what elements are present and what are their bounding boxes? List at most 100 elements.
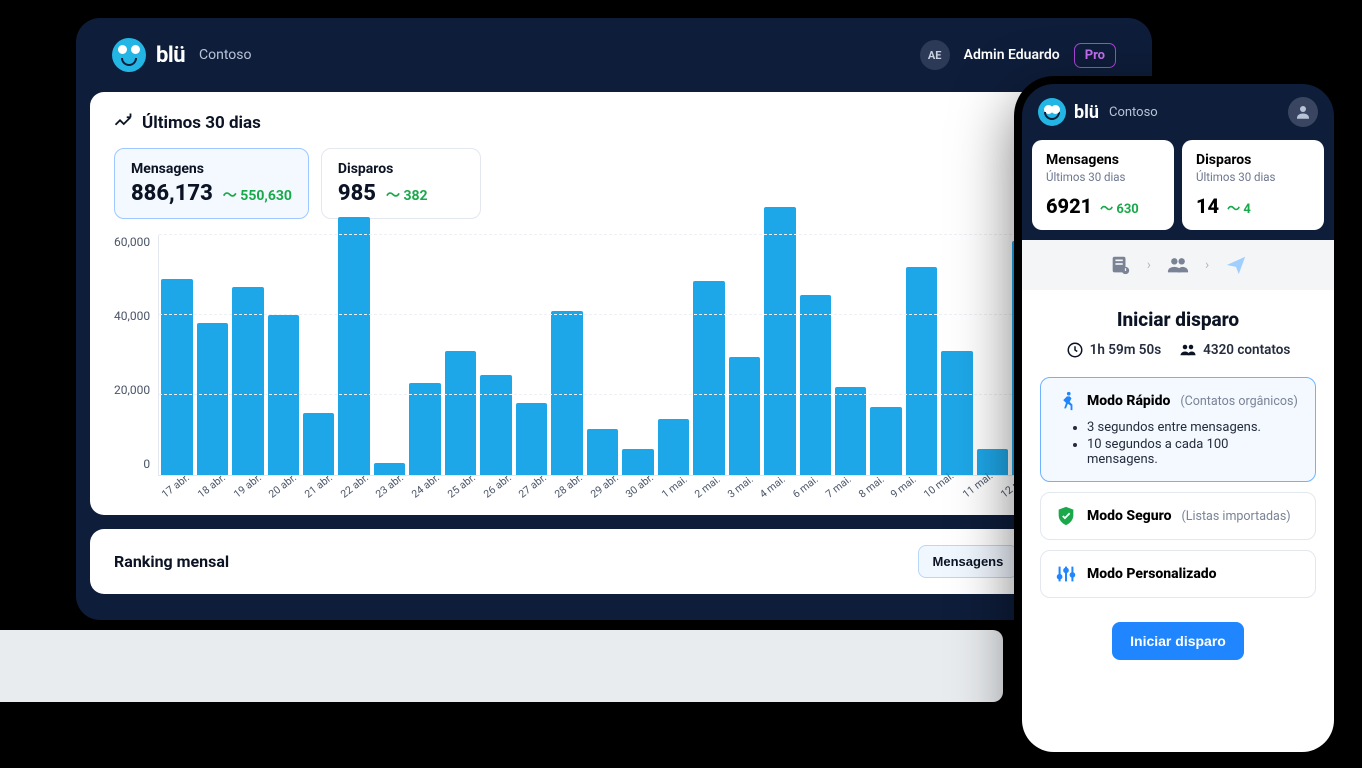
bar [161, 279, 192, 475]
option-modo-personalizado[interactable]: Modo Personalizado [1040, 550, 1316, 598]
step-template-icon[interactable] [1107, 254, 1133, 276]
stat-value: 985 [338, 181, 376, 206]
people-icon [1179, 341, 1197, 359]
x-tick: 8 mai. [856, 473, 887, 501]
option-modo-rapido[interactable]: Modo Rápido (Contatos orgânicos) 3 segun… [1040, 377, 1316, 482]
option-title: Modo Seguro [1087, 508, 1171, 524]
option-title: Modo Personalizado [1087, 566, 1217, 582]
mobile-stats: Mensagens Últimos 30 dias 6921 〜 630 Dis… [1022, 140, 1334, 240]
bar [835, 387, 866, 475]
stat-sublabel: Últimos 30 dias [1046, 170, 1160, 184]
stat-card-disparos[interactable]: Disparos 985 〜 382 [321, 148, 481, 219]
bar [870, 407, 901, 475]
bar [374, 463, 405, 475]
runner-icon [1055, 390, 1077, 412]
bar [906, 267, 937, 475]
bar [693, 281, 724, 475]
bar [941, 351, 972, 475]
bar [445, 351, 476, 475]
chart-y-axis: 60,00040,00020,0000 [114, 235, 158, 495]
sliders-icon [1055, 563, 1077, 585]
bar [729, 357, 760, 475]
stat-value: 14 [1196, 194, 1219, 218]
option-details: 3 segundos entre mensagens. 10 segundos … [1087, 420, 1301, 467]
chevron-right-icon: › [1205, 257, 1209, 273]
background-strip [0, 630, 1003, 702]
clock-icon [1066, 341, 1084, 359]
logo-icon [1038, 98, 1066, 126]
user-name: Admin Eduardo [964, 47, 1060, 63]
mobile-stat-mensagens[interactable]: Mensagens Últimos 30 dias 6921 〜 630 [1032, 140, 1174, 230]
ranking-card: Ranking mensal Mensagens Disparos [90, 529, 1138, 594]
stat-delta: 〜 382 [386, 185, 428, 205]
step-send-icon[interactable] [1223, 254, 1249, 276]
chevron-right-icon: › [1147, 257, 1151, 273]
mobile-device: blü Contoso Mensagens Últimos 30 dias 69… [1014, 76, 1342, 760]
stat-delta: 〜 4 [1227, 198, 1251, 217]
x-tick: 9 mai. [888, 473, 919, 501]
brand-name: blü [156, 43, 185, 68]
bar [764, 207, 795, 475]
bar [232, 287, 263, 475]
mobile-screen: blü Contoso Mensagens Últimos 30 dias 69… [1022, 84, 1334, 752]
bar [658, 419, 689, 475]
stat-label: Mensagens [131, 161, 292, 177]
shield-icon [1055, 505, 1077, 527]
option-hint: (Listas importadas) [1181, 509, 1290, 524]
step-contacts-icon[interactable] [1165, 254, 1191, 276]
bar [409, 383, 440, 475]
option-title: Modo Rápido [1087, 393, 1170, 409]
stat-label: Disparos [338, 161, 464, 177]
desktop-header: blü Contoso AE Admin Eduardo Pro [76, 18, 1152, 92]
x-tick: 1 mai. [659, 473, 690, 501]
avatar-initials[interactable]: AE [920, 40, 950, 70]
stat-delta: 〜 550,630 [223, 185, 292, 205]
brand: blü [112, 38, 185, 72]
trend-icon [114, 112, 132, 134]
org-name: Contoso [1109, 105, 1158, 120]
bar [480, 375, 511, 475]
overview-title: Últimos 30 dias [142, 113, 261, 133]
stat-label: Disparos [1196, 152, 1310, 168]
x-tick: 6 mai. [790, 473, 821, 501]
x-tick: 3 mai. [725, 473, 756, 501]
bar [977, 449, 1008, 475]
bar [303, 413, 334, 475]
stat-value: 6921 [1046, 194, 1092, 218]
segment-mensagens[interactable]: Mensagens [918, 545, 1019, 578]
dispatch-meta: 1h 59m 50s 4320 contatos [1040, 341, 1316, 359]
contacts-count: 4320 contatos [1179, 341, 1290, 359]
bar [800, 295, 831, 475]
plan-badge: Pro [1074, 43, 1116, 68]
stat-delta: 〜 630 [1100, 198, 1139, 217]
chart-x-axis: 17 abr.18 abr.19 abr.20 abr.21 abr.22 ab… [158, 476, 1152, 495]
logo-icon [112, 38, 146, 72]
stat-cards: Mensagens 886,173 〜 550,630 Disparos 985… [114, 148, 1114, 219]
stat-label: Mensagens [1046, 152, 1160, 168]
stat-value: 886,173 [131, 181, 213, 206]
avatar-icon[interactable] [1288, 97, 1318, 127]
stat-sublabel: Últimos 30 dias [1196, 170, 1310, 184]
bar [197, 323, 228, 475]
x-tick: 4 mai. [757, 473, 788, 501]
bar [622, 449, 653, 475]
ranking-title: Ranking mensal [114, 552, 229, 571]
start-dispatch-button[interactable]: Iniciar disparo [1112, 622, 1244, 660]
x-tick: 2 mai. [692, 473, 723, 501]
bar-chart: 60,00040,00020,0000 17 abr.18 abr.19 abr… [114, 235, 1114, 495]
mode-options: Modo Rápido (Contatos orgânicos) 3 segun… [1040, 377, 1316, 598]
bar [338, 217, 369, 475]
x-tick: 7 mai. [823, 473, 854, 501]
bar [587, 429, 618, 475]
bar [516, 403, 547, 475]
stat-card-mensagens[interactable]: Mensagens 886,173 〜 550,630 [114, 148, 309, 219]
option-modo-seguro[interactable]: Modo Seguro (Listas importadas) [1040, 492, 1316, 540]
mobile-content: › › Iniciar disparo 1h 59m 50s [1022, 240, 1334, 752]
duration: 1h 59m 50s [1066, 341, 1161, 359]
chart-bars [158, 235, 1152, 476]
desktop-window: blü Contoso AE Admin Eduardo Pro Últimos… [76, 18, 1152, 620]
org-name: Contoso [199, 47, 251, 63]
mobile-stat-disparos[interactable]: Disparos Últimos 30 dias 14 〜 4 [1182, 140, 1324, 230]
overview-card: Últimos 30 dias Mensagens 886,173 〜 550,… [90, 92, 1138, 515]
option-hint: (Contatos orgânicos) [1180, 394, 1297, 409]
